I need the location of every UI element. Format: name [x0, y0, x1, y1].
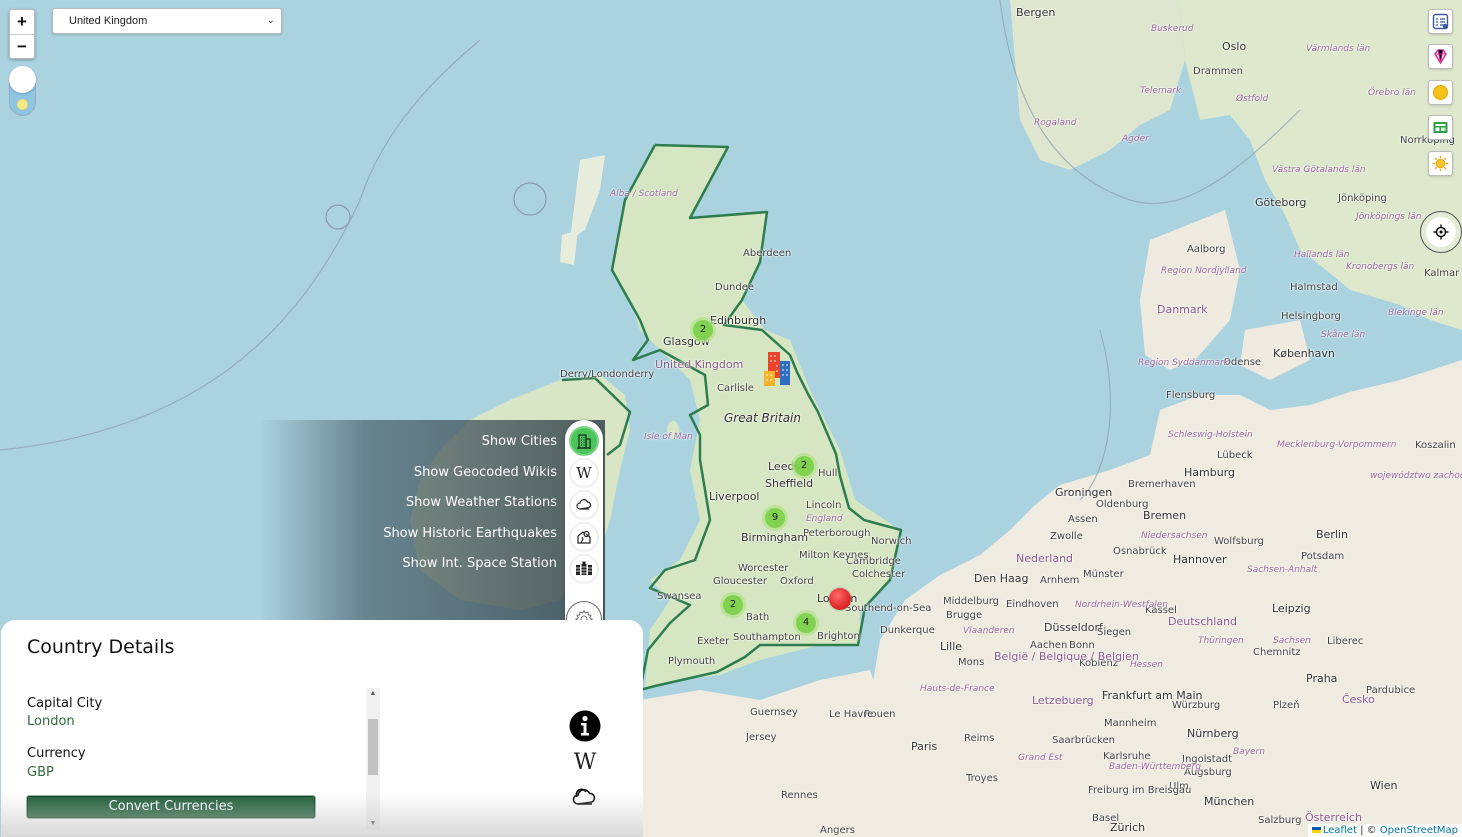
checklist-icon: [1432, 13, 1449, 30]
capital-city-value: London: [27, 714, 75, 729]
menu-item-show-wikis[interactable]: Show Geocoded Wikis: [414, 465, 557, 480]
marker-cluster[interactable]: 4: [793, 610, 819, 636]
marker-cluster[interactable]: 9: [762, 505, 788, 531]
coin-icon: [1433, 85, 1448, 100]
marker-cluster[interactable]: 2: [791, 453, 817, 479]
country-select[interactable]: United Kingdom ⌄: [52, 8, 282, 34]
show-earthquakes-toggle[interactable]: [569, 522, 599, 552]
weather-button[interactable]: [1428, 151, 1453, 176]
currency-value: GBP: [27, 765, 54, 780]
gem-button[interactable]: [1428, 44, 1453, 69]
zoom-in-button[interactable]: +: [10, 10, 34, 34]
earthquake-house-icon: [577, 530, 591, 544]
show-cities-toggle[interactable]: [569, 426, 599, 456]
attribution-separator: | ©: [1356, 825, 1380, 836]
cluster-count: 2: [723, 595, 743, 615]
scroll-up-arrow[interactable]: ▲: [366, 688, 380, 700]
cluster-count: 2: [794, 456, 814, 476]
chevron-down-icon: ⌄: [266, 15, 275, 26]
ukraine-flag-icon: [1311, 827, 1321, 833]
details-scrollbar[interactable]: ▲ ▼: [366, 688, 380, 830]
cloud-icon: [572, 788, 596, 805]
checklist-button[interactable]: [1428, 9, 1453, 34]
capital-city-label: Capital City: [27, 696, 103, 711]
menu-item-show-cities[interactable]: Show Cities: [482, 434, 557, 449]
scroll-down-arrow[interactable]: ▼: [366, 818, 380, 830]
cloud-icon: [576, 499, 592, 510]
currency-button[interactable]: [1428, 80, 1453, 105]
wikipedia-icon: W: [573, 750, 597, 775]
show-iss-toggle[interactable]: [569, 554, 599, 584]
openstreetmap-link[interactable]: OpenStreetMap: [1380, 825, 1458, 836]
marker-cluster[interactable]: 2: [690, 317, 716, 343]
space-station-icon: [576, 561, 592, 575]
menu-item-show-iss[interactable]: Show Int. Space Station: [402, 556, 557, 571]
show-weather-stations-toggle[interactable]: [569, 490, 599, 520]
cluster-count: 9: [765, 508, 785, 528]
menu-item-show-earthquakes[interactable]: Show Historic Earthquakes: [383, 526, 557, 541]
menu-item-show-weather-stations[interactable]: Show Weather Stations: [406, 495, 557, 510]
cluster-count: 2: [693, 320, 713, 340]
city-buildings-marker[interactable]: [764, 352, 794, 386]
crosshair-icon: [1433, 224, 1449, 240]
leaflet-link[interactable]: Leaflet: [1323, 825, 1357, 836]
wikipedia-tab[interactable]: W: [568, 750, 602, 775]
convert-currencies-button[interactable]: Convert Currencies: [26, 795, 316, 819]
info-icon: [569, 710, 601, 742]
wikipedia-icon: W: [576, 464, 592, 482]
theme-toggle[interactable]: [9, 66, 36, 116]
sun-icon: [1432, 155, 1449, 172]
sun-icon: [17, 99, 28, 110]
info-tab[interactable]: [568, 710, 602, 742]
country-select-value: United Kingdom: [69, 15, 148, 27]
layer-menu-backdrop: [260, 420, 605, 620]
weather-tab[interactable]: [568, 786, 602, 808]
toggle-knob: [9, 66, 36, 93]
zoom-out-button[interactable]: −: [10, 34, 34, 58]
scrollbar-thumb[interactable]: [368, 719, 378, 775]
zoom-control: + −: [9, 9, 35, 59]
show-wikis-toggle[interactable]: W: [569, 458, 599, 488]
marker-cluster[interactable]: 2: [720, 592, 746, 618]
gem-icon: [1434, 49, 1447, 65]
news-button[interactable]: [1428, 115, 1453, 140]
currency-label: Currency: [27, 746, 86, 761]
locate-me-button[interactable]: [1420, 211, 1462, 253]
cluster-count: 4: [796, 613, 816, 633]
map-attribution: Leaflet | © OpenStreetMap: [1307, 824, 1462, 837]
country-details-panel: Country Details Capital City London Curr…: [1, 620, 643, 837]
news-icon: [1433, 122, 1448, 133]
city-buildings-icon: [577, 434, 591, 449]
panel-title: Country Details: [27, 636, 175, 658]
capital-city-marker[interactable]: [829, 588, 851, 610]
